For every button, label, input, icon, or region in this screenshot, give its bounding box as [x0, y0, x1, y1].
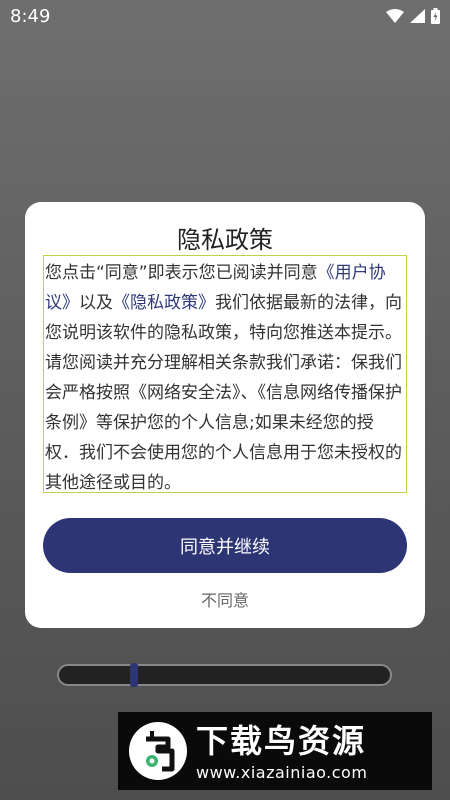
battery-icon	[431, 8, 440, 24]
policy-text-and: 以及	[79, 293, 113, 313]
watermark-url: www.xiazainiao.com	[196, 762, 368, 782]
bird-logo-icon	[129, 722, 187, 780]
progress-thumb[interactable]	[130, 663, 138, 687]
disagree-button[interactable]: 不同意	[25, 587, 425, 611]
policy-text-intro: 您点击“同意”即表示您已阅读并同意	[45, 263, 318, 283]
watermark-text: 下载鸟资源 www.xiazainiao.com	[196, 721, 367, 782]
policy-text-body: 我们依据最新的法律，向您说明该软件的隐私政策，特向您推送本提示。请您阅读并充分理…	[45, 293, 402, 493]
watermark: 下载鸟资源 www.xiazainiao.com	[118, 712, 432, 790]
watermark-title: 下载鸟资源	[196, 721, 367, 760]
dialog-title: 隐私政策	[177, 226, 273, 254]
status-bar: 8:49	[0, 0, 450, 32]
status-icons	[386, 8, 440, 24]
progress-bar	[57, 663, 392, 687]
agree-continue-button[interactable]: 同意并继续	[43, 518, 407, 573]
policy-text: 您点击“同意”即表示您已阅读并同意《用户协议》以及《隐私政策》我们依据最新的法律…	[43, 255, 407, 493]
status-time: 8:49	[10, 5, 51, 27]
signal-icon	[410, 9, 425, 23]
privacy-dialog: 隐私政策 您点击“同意”即表示您已阅读并同意《用户协议》以及《隐私政策》我们依据…	[25, 202, 425, 628]
privacy-policy-link[interactable]: 《隐私政策》	[113, 293, 215, 313]
wifi-icon	[386, 9, 404, 23]
